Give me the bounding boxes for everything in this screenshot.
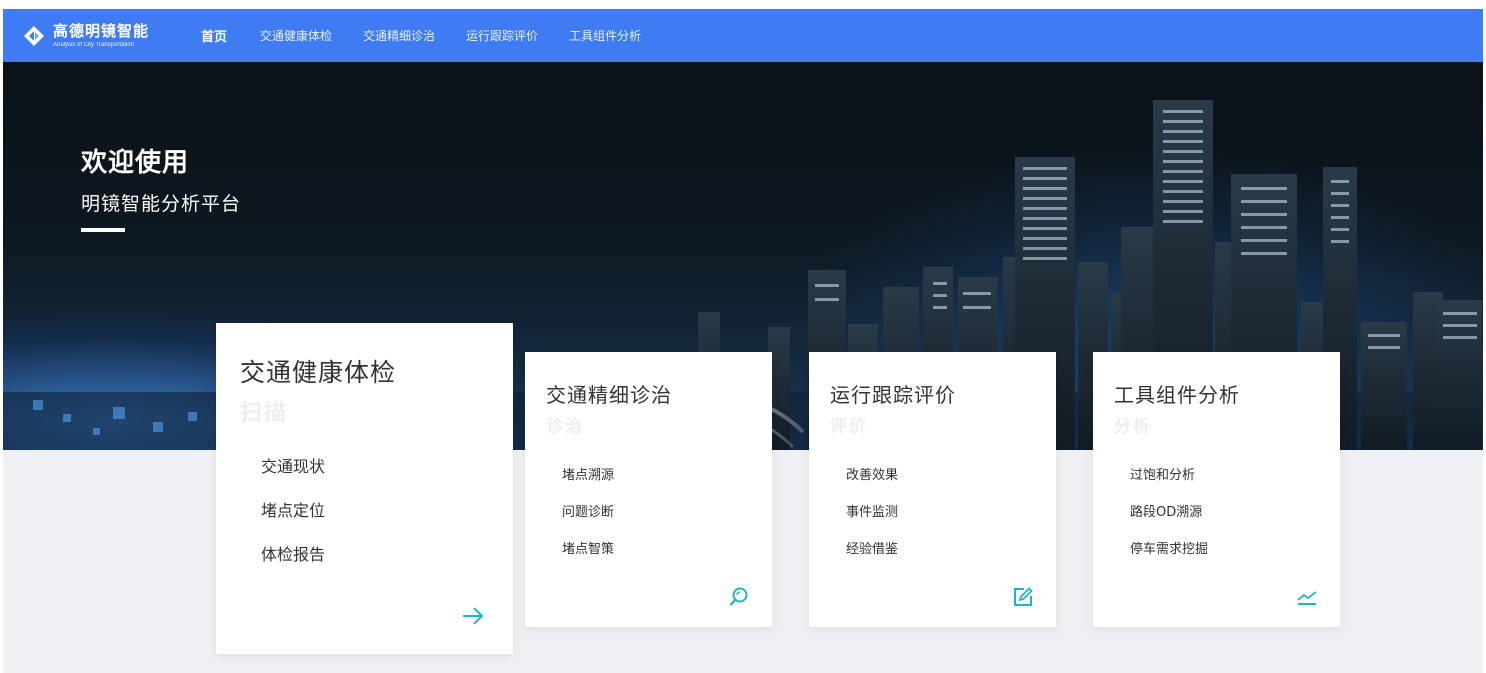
card-link-list: 交通现状 堵点定位 体检报告	[261, 453, 325, 585]
card-link-traffic-status[interactable]: 交通现状	[261, 453, 325, 497]
card-title: 工具组件分析	[1114, 383, 1240, 407]
brand-title: 高德明镜智能	[53, 22, 150, 40]
edit-icon[interactable]	[1012, 586, 1034, 612]
nav-item-health-check[interactable]: 交通健康体检	[260, 27, 332, 44]
logo-icon	[21, 23, 47, 49]
card-title: 交通精细诊治	[546, 383, 672, 407]
brand-subtitle: Analysis of City Transportation	[53, 42, 135, 48]
trend-chart-icon[interactable]	[1296, 586, 1318, 612]
card-ghost-text: 扫描	[240, 401, 289, 426]
card-link-event-monitor[interactable]: 事件监测	[846, 501, 898, 538]
welcome-underline	[81, 228, 125, 232]
nav-item-diagnosis[interactable]: 交通精细诊治	[363, 27, 435, 44]
card-tools[interactable]: 工具组件分析 分析 过饱和分析 路段OD溯源 停车需求挖掘	[1093, 352, 1340, 627]
card-ghost-text: 诊治	[546, 417, 584, 437]
card-link-report[interactable]: 体检报告	[261, 541, 325, 585]
card-ghost-text: 评价	[830, 417, 868, 437]
card-tracking[interactable]: 运行跟踪评价 评价 改善效果 事件监测 经验借鉴	[809, 352, 1056, 627]
main-menu: 首页 交通健康体检 交通精细诊治 运行跟踪评价 工具组件分析	[201, 9, 672, 62]
search-icon[interactable]	[728, 586, 750, 612]
nav-item-tools[interactable]: 工具组件分析	[569, 27, 641, 44]
card-link-road-od[interactable]: 路段OD溯源	[1130, 501, 1208, 538]
top-navbar: 高德明镜智能 Analysis of City Transportation 首…	[3, 9, 1483, 62]
card-diagnosis[interactable]: 交通精细诊治 诊治 堵点溯源 问题诊断 堵点智策	[525, 352, 772, 627]
card-link-list: 过饱和分析 路段OD溯源 停车需求挖掘	[1130, 464, 1208, 575]
card-link-oversaturation[interactable]: 过饱和分析	[1130, 464, 1208, 501]
card-health-check[interactable]: 交通健康体检 扫描 交通现状 堵点定位 体检报告	[216, 323, 513, 654]
card-link-experience[interactable]: 经验借鉴	[846, 538, 898, 575]
welcome-block: 欢迎使用 明镜智能分析平台	[81, 142, 241, 232]
welcome-subtitle: 明镜智能分析平台	[81, 193, 242, 215]
card-link-parking-demand[interactable]: 停车需求挖掘	[1130, 538, 1208, 575]
card-link-list: 改善效果 事件监测 经验借鉴	[846, 464, 898, 575]
brand-logo[interactable]: 高德明镜智能 Analysis of City Transportation	[21, 21, 149, 51]
welcome-title: 欢迎使用	[81, 148, 190, 178]
card-link-improvement-effect[interactable]: 改善效果	[846, 464, 898, 501]
app-frame: 高德明镜智能 Analysis of City Transportation 首…	[3, 9, 1483, 673]
card-link-smart-policy[interactable]: 堵点智策	[562, 538, 614, 575]
nav-item-home[interactable]: 首页	[201, 26, 227, 45]
card-title: 交通健康体检	[240, 358, 397, 387]
arrow-right-icon[interactable]	[461, 606, 485, 630]
card-link-list: 堵点溯源 问题诊断 堵点智策	[562, 464, 614, 575]
card-link-problem-diagnosis[interactable]: 问题诊断	[562, 501, 614, 538]
card-link-trace-source[interactable]: 堵点溯源	[562, 464, 614, 501]
nav-item-tracking[interactable]: 运行跟踪评价	[466, 27, 538, 44]
card-title: 运行跟踪评价	[830, 383, 956, 407]
card-ghost-text: 分析	[1114, 417, 1152, 437]
card-link-congestion-locate[interactable]: 堵点定位	[261, 497, 325, 541]
